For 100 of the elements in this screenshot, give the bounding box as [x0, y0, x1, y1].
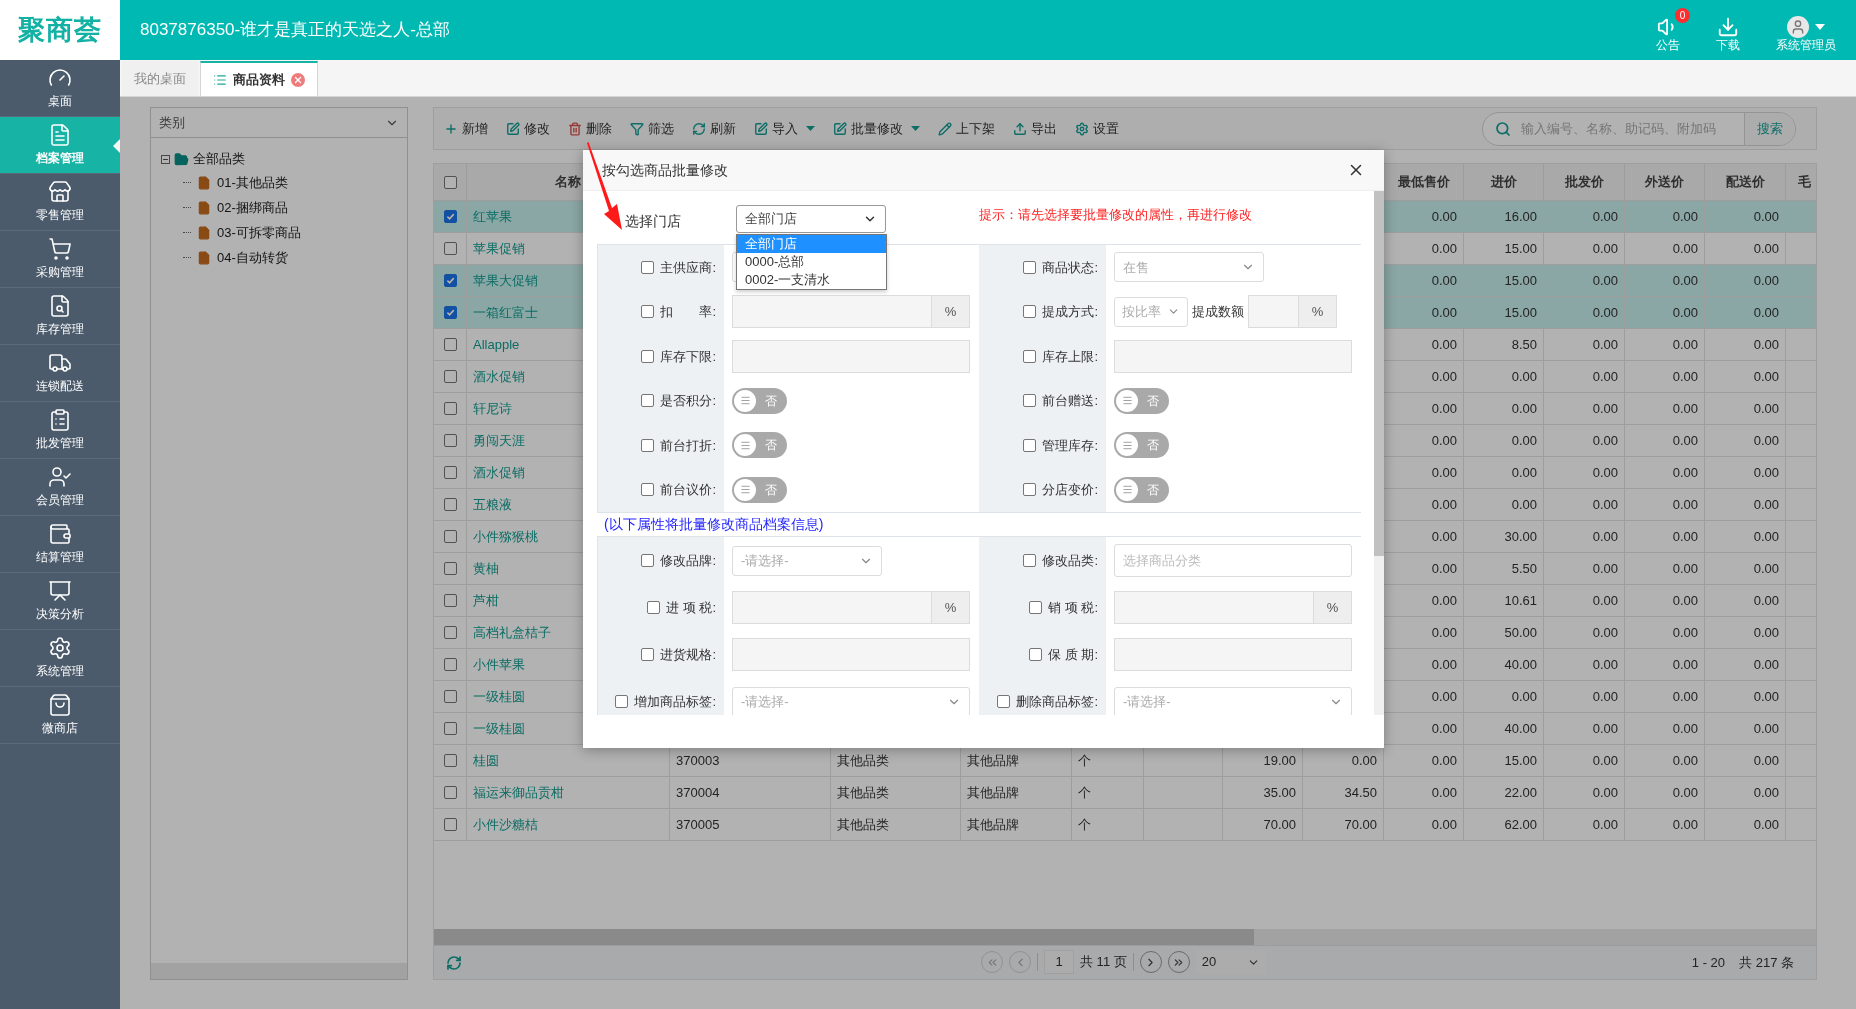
checkbox[interactable]: [1029, 648, 1043, 661]
checkbox[interactable]: [1023, 260, 1037, 274]
checkbox[interactable]: [443, 370, 457, 383]
percent-field[interactable]: %: [732, 295, 970, 329]
checkbox[interactable]: [641, 394, 655, 408]
scrollbar-thumb[interactable]: [1374, 191, 1384, 556]
store-select[interactable]: 全部门店: [736, 205, 886, 233]
toolbar-button[interactable]: 上下架: [938, 118, 995, 139]
checkbox[interactable]: [641, 438, 655, 452]
checkbox[interactable]: [443, 306, 457, 319]
table-row[interactable]: 小件沙糖桔 370005 其他品类 其他品牌 个 70.00 70.00 0.00 62.00 0.00 0.00 0.00: [434, 809, 1816, 841]
table-row[interactable]: 桂圆 370003 其他品类 其他品牌 个 19.00 0.00 0.00 15.00 0.00 0.00 0.00: [434, 745, 1816, 777]
input-field[interactable]: [732, 339, 970, 373]
checkbox[interactable]: [443, 498, 457, 511]
dropdown-option[interactable]: 0002-一支清水: [737, 271, 886, 289]
product-name-link[interactable]: 福运来御品贡柑: [473, 782, 564, 803]
column-header[interactable]: 毛: [1798, 172, 1811, 192]
product-name-link[interactable]: 勇闯天涯: [473, 430, 525, 451]
checkbox[interactable]: [1023, 394, 1037, 408]
column-header[interactable]: 进价: [1490, 172, 1517, 192]
checkbox[interactable]: [641, 483, 655, 497]
tree-item[interactable]: 03-可拆零商品: [217, 222, 301, 243]
checkbox[interactable]: [443, 722, 457, 735]
checkbox[interactable]: [615, 695, 629, 708]
product-name-link[interactable]: 轩尼诗: [473, 398, 512, 419]
checkbox[interactable]: [1023, 349, 1037, 363]
input-field[interactable]: [1114, 638, 1352, 671]
checkbox[interactable]: [443, 690, 457, 703]
column-header[interactable]: 配送价: [1725, 172, 1765, 192]
checkbox[interactable]: [443, 466, 457, 479]
vertical-scrollbar[interactable]: [1374, 191, 1384, 715]
checkbox[interactable]: [443, 562, 457, 575]
column-header[interactable]: 外送价: [1645, 172, 1684, 192]
category-select[interactable]: 类别: [151, 108, 407, 138]
tree-item[interactable]: 全部品类: [193, 149, 245, 169]
checkbox[interactable]: [1029, 601, 1043, 614]
toolbar-button[interactable]: 筛选: [630, 118, 674, 139]
product-name-link[interactable]: 五粮液: [473, 494, 512, 515]
toolbar-button[interactable]: 导入: [754, 118, 815, 139]
product-name-link[interactable]: 苹果促销: [473, 238, 525, 259]
product-name-link[interactable]: 一级桂圆: [473, 718, 525, 739]
checkbox[interactable]: [443, 626, 457, 639]
column-header[interactable]: 批发价: [1564, 172, 1604, 192]
product-name-link[interactable]: 一级桂圆: [473, 686, 525, 707]
tab[interactable]: 我的桌面: [122, 61, 198, 96]
product-name-link[interactable]: 黄柚: [473, 558, 499, 579]
checkbox[interactable]: [443, 658, 457, 671]
toolbar-button[interactable]: 修改: [506, 118, 550, 139]
checkbox[interactable]: [443, 786, 457, 799]
checkbox[interactable]: [1023, 305, 1037, 319]
percent-field[interactable]: %: [1248, 295, 1337, 329]
scrollbar-thumb[interactable]: [434, 929, 1254, 945]
product-name-link[interactable]: Allapple: [473, 334, 520, 355]
checkbox[interactable]: [443, 818, 457, 831]
product-name-link[interactable]: 芦柑: [473, 590, 499, 611]
horizontal-scrollbar[interactable]: [151, 963, 407, 979]
horizontal-scrollbar[interactable]: [434, 929, 1816, 945]
product-name-link[interactable]: 小件苹果: [473, 654, 525, 675]
dropdown-option[interactable]: 0000-总部: [737, 253, 886, 271]
column-header[interactable]: 名称: [555, 172, 581, 192]
tab[interactable]: 商品资料: [200, 61, 318, 96]
toolbar-button[interactable]: 导出: [1013, 118, 1057, 139]
page-field[interactable]: 1: [1044, 950, 1074, 974]
header-action[interactable]: 公告 0: [1652, 7, 1690, 53]
dropdown-option[interactable]: 全部门店: [737, 235, 886, 253]
product-name-link[interactable]: 桂圆: [473, 750, 499, 771]
checkbox[interactable]: [1023, 554, 1037, 567]
product-name-link[interactable]: 酒水促销: [473, 366, 525, 387]
checkbox[interactable]: [443, 434, 457, 447]
input-field[interactable]: [732, 638, 970, 671]
checkbox[interactable]: [443, 338, 457, 351]
percent-field[interactable]: %: [732, 591, 970, 624]
table-row[interactable]: 福运来御品贡柑 370004 其他品类 其他品牌 个 35.00 34.50 0.00 22.00 0.00 0.00 0.00: [434, 777, 1816, 809]
product-name-link[interactable]: 酒水促销: [473, 462, 525, 483]
checkbox[interactable]: [647, 601, 661, 614]
checkbox[interactable]: [641, 305, 655, 319]
product-name-link[interactable]: 高档礼盒桔子: [473, 622, 551, 643]
checkbox[interactable]: [443, 274, 457, 287]
checkbox[interactable]: [443, 175, 457, 189]
checkbox[interactable]: [1023, 438, 1037, 452]
checkbox[interactable]: [443, 530, 457, 543]
checkbox[interactable]: [443, 210, 457, 223]
checkbox[interactable]: [1023, 483, 1037, 497]
tree-item[interactable]: 02-捆绑商品: [217, 197, 288, 218]
checkbox[interactable]: [443, 754, 457, 767]
product-name-link[interactable]: 小件沙糖桔: [473, 814, 538, 835]
toolbar-button[interactable]: 批量修改: [833, 118, 920, 139]
toolbar-button[interactable]: 删除: [568, 118, 612, 139]
column-header[interactable]: 最低售价: [1397, 172, 1450, 192]
checkbox[interactable]: [443, 402, 457, 415]
toolbar-button[interactable]: 刷新: [692, 118, 736, 139]
percent-field[interactable]: %: [1114, 591, 1352, 624]
product-name-link[interactable]: 小件猕猴桃: [473, 526, 538, 547]
checkbox[interactable]: [997, 695, 1011, 708]
input-field[interactable]: [1114, 339, 1352, 373]
refresh-icon[interactable]: [446, 954, 462, 971]
collapse-icon[interactable]: [161, 154, 170, 164]
tree-item[interactable]: 04-自动转货: [217, 247, 288, 268]
tree-item[interactable]: 01-其他品类: [217, 172, 288, 193]
toolbar-button[interactable]: 新增: [444, 118, 488, 139]
